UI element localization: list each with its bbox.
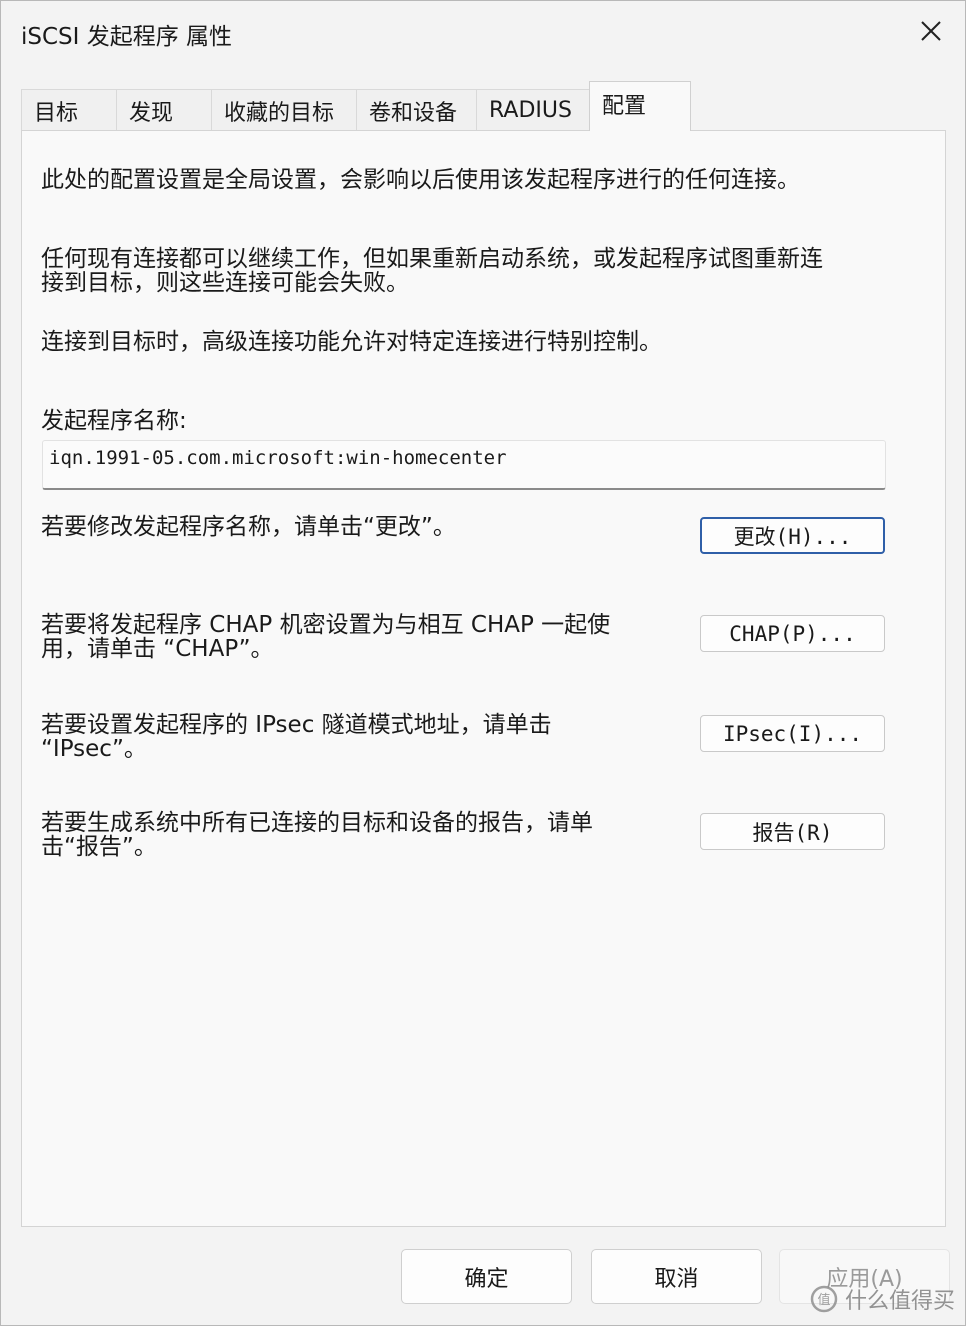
report-button[interactable]: 报告(R)	[700, 813, 885, 850]
change-description: 若要修改发起程序名称，请单击“更改”。	[41, 514, 456, 540]
tab-configuration[interactable]: 配置	[589, 81, 691, 131]
configuration-panel: 此处的配置设置是全局设置，会影响以后使用该发起程序进行的任何连接。 任何现有连接…	[21, 130, 946, 1227]
tab-radius[interactable]: RADIUS	[476, 89, 590, 131]
ipsec-description-line1: 若要设置发起程序的 IPsec 隧道模式地址，请单击	[41, 712, 552, 738]
iscsi-properties-dialog: iSCSI 发起程序 属性 目标 发现 收藏的目标 卷和设备 RADIUS 配置…	[0, 0, 966, 1326]
ipsec-description-line2: “IPsec”。	[41, 736, 147, 762]
ipsec-button[interactable]: IPsec(I)...	[700, 715, 885, 752]
svg-text:值: 值	[817, 1292, 830, 1308]
intro-text: 此处的配置设置是全局设置，会影响以后使用该发起程序进行的任何连接。	[41, 167, 800, 193]
cancel-button[interactable]: 取消	[591, 1249, 762, 1304]
watermark-text: 什么值得买	[844, 1289, 955, 1314]
existing-connections-text-line2: 接到目标，则这些连接可能会失败。	[41, 270, 409, 296]
initiator-name-label: 发起程序名称:	[41, 408, 187, 434]
report-description-line1: 若要生成系统中所有已连接的目标和设备的报告，请单	[41, 810, 593, 836]
tab-favorite-targets[interactable]: 收藏的目标	[211, 89, 357, 131]
existing-connections-text-line1: 任何现有连接都可以继续工作，但如果重新启动系统，或发起程序试图重新连	[41, 246, 823, 272]
window-title: iSCSI 发起程序 属性	[21, 24, 233, 50]
advanced-connection-text: 连接到目标时，高级连接功能允许对特定连接进行特别控制。	[41, 329, 662, 355]
tab-volumes-devices[interactable]: 卷和设备	[356, 89, 477, 131]
ok-button[interactable]: 确定	[401, 1249, 572, 1304]
watermark-logo-icon: 值	[810, 1285, 838, 1313]
chap-description-line1: 若要将发起程序 CHAP 机密设置为与相互 CHAP 一起使	[41, 612, 611, 638]
tab-discovery[interactable]: 发现	[116, 89, 212, 131]
close-icon	[921, 21, 941, 41]
tab-targets[interactable]: 目标	[21, 89, 117, 131]
change-button[interactable]: 更改(H)...	[700, 517, 885, 554]
chap-button[interactable]: CHAP(P)...	[700, 615, 885, 652]
report-description-line2: 击“报告”。	[41, 834, 157, 860]
tab-bar: 目标 发现 收藏的目标 卷和设备 RADIUS 配置	[21, 81, 691, 131]
initiator-name-field[interactable]: iqn.1991-05.com.microsoft:win-homecenter	[42, 440, 886, 490]
watermark: 值 什么值得买	[809, 1283, 955, 1315]
chap-description-line2: 用，请单击 “CHAP”。	[41, 636, 274, 662]
close-button[interactable]	[915, 15, 947, 47]
